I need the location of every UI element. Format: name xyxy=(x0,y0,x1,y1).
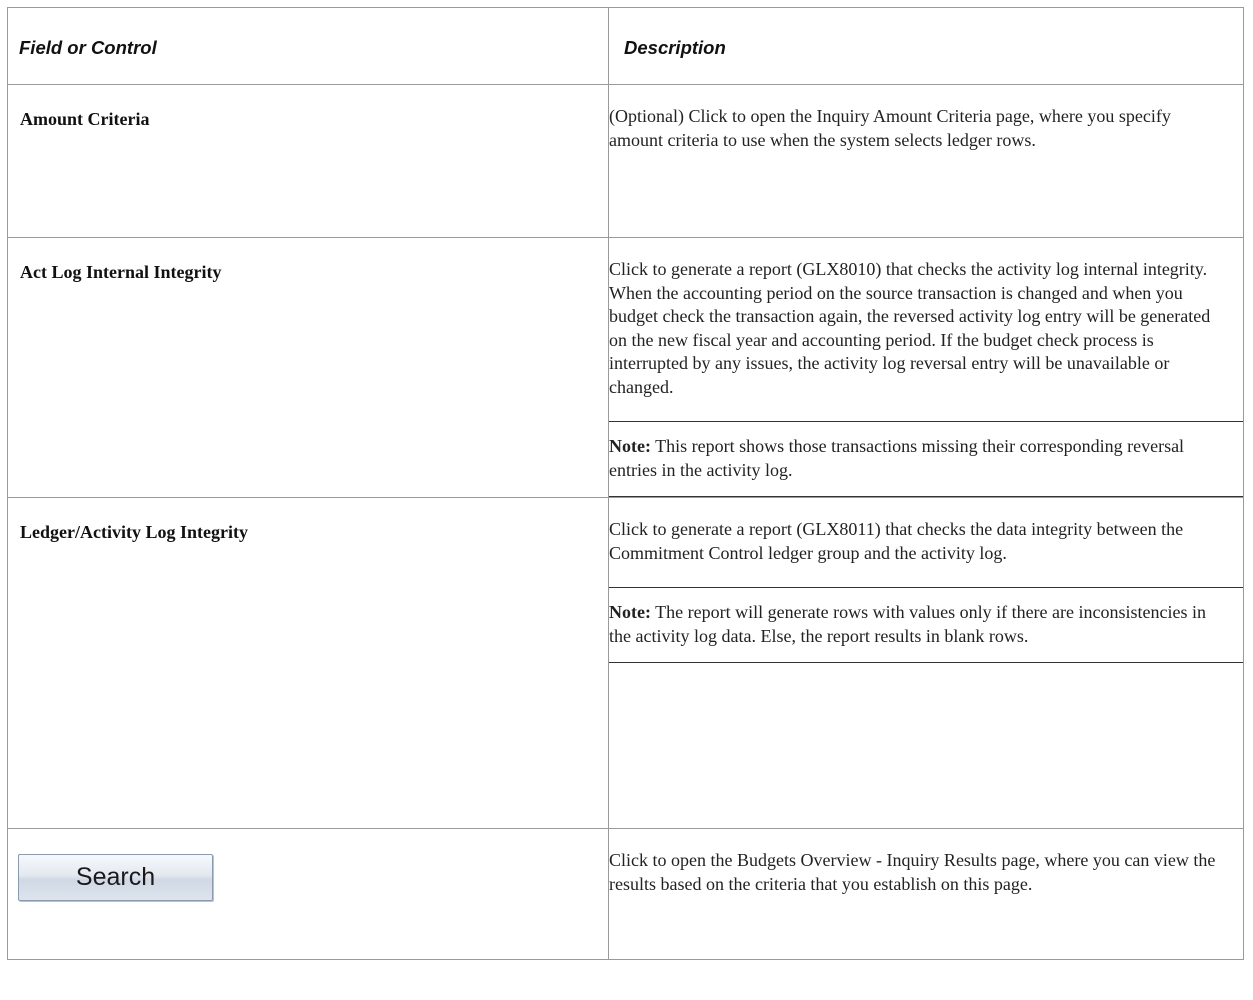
description-cell: Click to generate a report (GLX8010) tha… xyxy=(608,237,1244,498)
description-text: Click to open the Budgets Overview - Inq… xyxy=(609,850,1216,894)
note-block: Note: The report will generate rows with… xyxy=(609,587,1243,663)
note-label: Note: xyxy=(609,436,651,456)
table-header-row: Field or Control Description xyxy=(7,7,1244,85)
note-block: Note: This report shows those transactio… xyxy=(609,421,1243,497)
description-cell: Click to generate a report (GLX8011) tha… xyxy=(608,497,1244,829)
description-cell: (Optional) Click to open the Inquiry Amo… xyxy=(608,84,1244,238)
description-column-header: Description xyxy=(608,7,1244,85)
note-text: This report shows those transactions mis… xyxy=(609,436,1185,480)
table-row: Act Log Internal Integrity Click to gene… xyxy=(7,237,1244,498)
field-name: Ledger/Activity Log Integrity xyxy=(20,522,248,542)
description-text: Click to generate a report (GLX8011) tha… xyxy=(609,519,1184,563)
description-header-label: Description xyxy=(624,37,726,58)
field-cell: Act Log Internal Integrity xyxy=(7,237,609,498)
field-name: Act Log Internal Integrity xyxy=(20,262,222,282)
description-cell: Click to open the Budgets Overview - Inq… xyxy=(608,828,1244,960)
table-row: Search Click to open the Budgets Overvie… xyxy=(7,828,1244,960)
search-button[interactable]: Search xyxy=(18,854,213,901)
note-text: The report will generate rows with value… xyxy=(609,602,1206,646)
field-cell: Amount Criteria xyxy=(7,84,609,238)
description-text: (Optional) Click to open the Inquiry Amo… xyxy=(609,106,1171,150)
field-cell: Search xyxy=(7,828,609,960)
field-cell: Ledger/Activity Log Integrity xyxy=(7,497,609,829)
table-row: Ledger/Activity Log Integrity Click to g… xyxy=(7,497,1244,829)
table-row: Amount Criteria (Optional) Click to open… xyxy=(7,84,1244,238)
description-text: Click to generate a report (GLX8010) tha… xyxy=(609,259,1211,397)
field-description-table: Field or Control Description Amount Crit… xyxy=(7,7,1244,960)
note-label: Note: xyxy=(609,602,651,622)
field-header-label: Field or Control xyxy=(19,37,157,58)
field-name: Amount Criteria xyxy=(20,109,150,129)
field-column-header: Field or Control xyxy=(7,7,609,85)
